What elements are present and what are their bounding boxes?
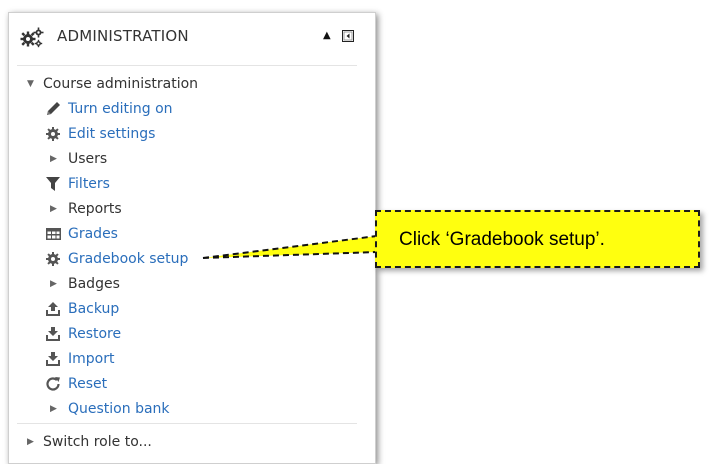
nav-item-label: Import <box>68 351 115 367</box>
filter-icon <box>45 176 63 192</box>
dock-icon[interactable] <box>342 30 354 46</box>
upload-icon <box>45 301 63 317</box>
nav-item-label: Reports <box>68 201 122 217</box>
block-header: ADMINISTRATION ▲ <box>9 13 375 65</box>
table-icon <box>45 226 63 242</box>
switch-role-node[interactable]: ▶ Switch role to... <box>27 431 327 453</box>
download-icon <box>45 326 63 342</box>
cog-icon <box>45 126 63 142</box>
nav-item-label: Question bank <box>68 401 170 417</box>
caret-right-icon: ▶ <box>50 279 57 289</box>
nav-item-label: Gradebook setup <box>68 251 189 267</box>
nav-item-restore[interactable]: Restore <box>45 323 325 345</box>
caret-right-icon: ▶ <box>50 154 57 164</box>
switch-role-label: Switch role to... <box>43 434 152 450</box>
callout-text: Click ‘Gradebook setup’. <box>399 229 605 250</box>
nav-item-turn-editing-on[interactable]: Turn editing on <box>45 98 325 120</box>
nav-item-label: Edit settings <box>68 126 156 142</box>
nav-item-label: Users <box>68 151 108 167</box>
gears-icon <box>20 27 44 53</box>
download-icon <box>45 351 63 367</box>
nav-item-label: Backup <box>68 301 120 317</box>
nav-item-label: Reset <box>68 376 108 392</box>
block-title: ADMINISTRATION <box>57 27 189 45</box>
caret-right-icon: ▶ <box>27 437 34 447</box>
nav-item-users[interactable]: ▶ Users <box>45 148 325 170</box>
course-administration-label: Course administration <box>43 76 199 92</box>
collapse-arrow-icon[interactable]: ▲ <box>323 30 331 41</box>
caret-right-icon: ▶ <box>50 204 57 214</box>
nav-item-label: Grades <box>68 226 118 242</box>
nav-item-reset[interactable]: Reset <box>45 373 325 395</box>
caret-down-icon: ▼ <box>27 79 34 89</box>
nav-item-import[interactable]: Import <box>45 348 325 370</box>
nav-item-gradebook-setup[interactable]: Gradebook setup <box>45 248 215 270</box>
nav-item-label: Filters <box>68 176 110 192</box>
pencil-icon <box>45 101 63 117</box>
section-divider <box>17 423 357 424</box>
nav-item-backup[interactable]: Backup <box>45 298 325 320</box>
nav-item-label: Badges <box>68 276 120 292</box>
administration-block: ADMINISTRATION ▲ ▼ Course administration… <box>8 12 376 464</box>
course-administration-node[interactable]: ▼ Course administration <box>27 73 327 95</box>
nav-item-edit-settings[interactable]: Edit settings <box>45 123 325 145</box>
refresh-icon <box>45 376 63 392</box>
cog-icon <box>45 251 63 267</box>
header-divider <box>17 65 357 66</box>
nav-item-badges[interactable]: ▶ Badges <box>45 273 325 295</box>
nav-item-label: Restore <box>68 326 122 342</box>
nav-item-grades[interactable]: Grades <box>45 223 325 245</box>
nav-item-reports[interactable]: ▶ Reports <box>45 198 325 220</box>
nav-item-question-bank[interactable]: ▶ Question bank <box>45 398 325 420</box>
nav-item-label: Turn editing on <box>68 101 173 117</box>
nav-item-filters[interactable]: Filters <box>45 173 325 195</box>
instruction-callout: Click ‘Gradebook setup’. <box>375 210 700 268</box>
caret-right-icon: ▶ <box>50 404 57 414</box>
